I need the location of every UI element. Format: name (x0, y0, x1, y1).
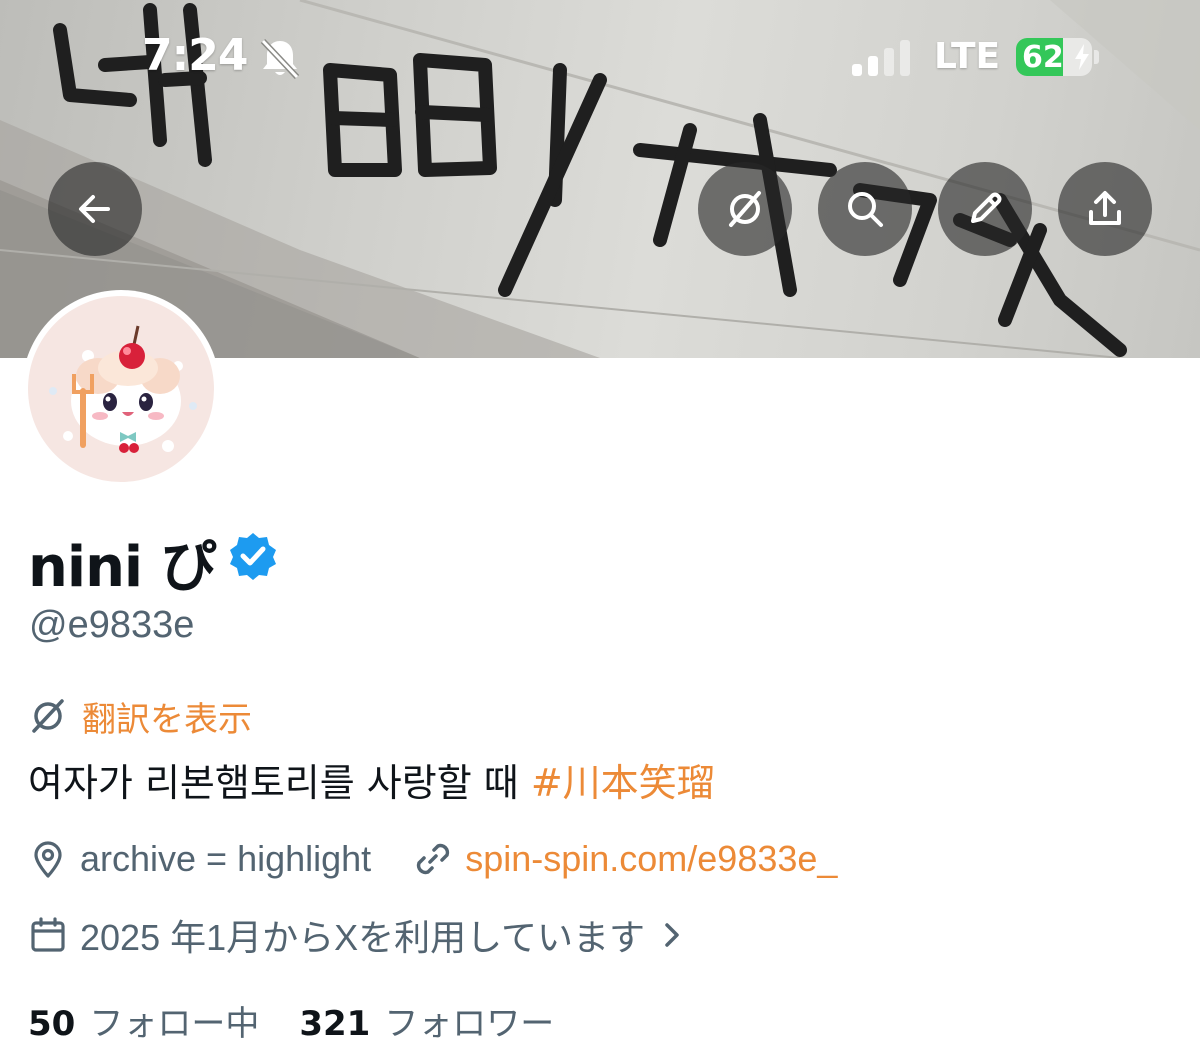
location-text: archive = highlight (80, 838, 372, 879)
chevron-right-icon (665, 923, 679, 947)
battery-cap (1094, 50, 1099, 64)
joined-date-text: 2025 年1月からXを利用しています (80, 917, 646, 958)
bio-text: 여자가 리본햄토리를 사랑할 때 (28, 761, 531, 805)
charging-bolt-icon (1075, 44, 1089, 70)
bell-slash-icon (260, 38, 300, 79)
followers-count: 321 (299, 1003, 371, 1044)
arrow-left-icon (79, 195, 110, 223)
website-link[interactable]: spin-spin.com/e9833e_ (465, 838, 837, 880)
back-button[interactable] (48, 162, 142, 256)
translate-button[interactable] (698, 162, 792, 256)
avatar-image (28, 296, 214, 482)
translate-icon (32, 699, 64, 733)
share-button[interactable] (1058, 162, 1152, 256)
cellular-signal-icon (852, 40, 910, 76)
profile-meta: archive = highlight spin-spin.com/e9833e… (28, 836, 837, 882)
share-icon (1089, 191, 1121, 225)
network-type: LTE (934, 36, 1001, 77)
edit-button[interactable] (938, 162, 1032, 256)
display-name: nini ぴ (28, 535, 217, 600)
following-label: フォロー中 (89, 1003, 260, 1044)
pencil-icon (971, 192, 1002, 223)
verified-badge-icon[interactable] (228, 531, 278, 581)
following-link[interactable]: 50 フォロー中 (28, 996, 259, 1045)
bio-hashtag[interactable]: #川本笑瑠 (531, 761, 715, 805)
search-button[interactable] (818, 162, 912, 256)
profile-bio: 여자가 리본햄토리를 사랑할 때 #川本笑瑠 (28, 752, 715, 807)
profile-avatar[interactable] (22, 290, 220, 488)
location-pin-icon (34, 841, 62, 878)
translate-label[interactable]: 翻訳を表示 (82, 692, 252, 741)
calendar-icon (31, 917, 65, 952)
follow-stats: 50 フォロー中 321 フォロワー (28, 996, 554, 1045)
translate-icon (729, 191, 761, 227)
user-handle: @e9833e (29, 604, 195, 646)
translate-bio-link[interactable]: 翻訳を表示 (28, 692, 252, 741)
battery-indicator: 62 (1016, 38, 1092, 76)
joined-date-row[interactable]: 2025 年1月からXを利用しています (28, 912, 685, 958)
followers-label: フォロワー (384, 1003, 555, 1044)
battery-percent: 62 (1022, 40, 1064, 75)
followers-link[interactable]: 321 フォロワー (299, 996, 554, 1045)
following-count: 50 (28, 1003, 76, 1044)
status-time: 7:24 (142, 30, 248, 81)
link-icon (417, 843, 450, 875)
search-icon (848, 192, 883, 227)
